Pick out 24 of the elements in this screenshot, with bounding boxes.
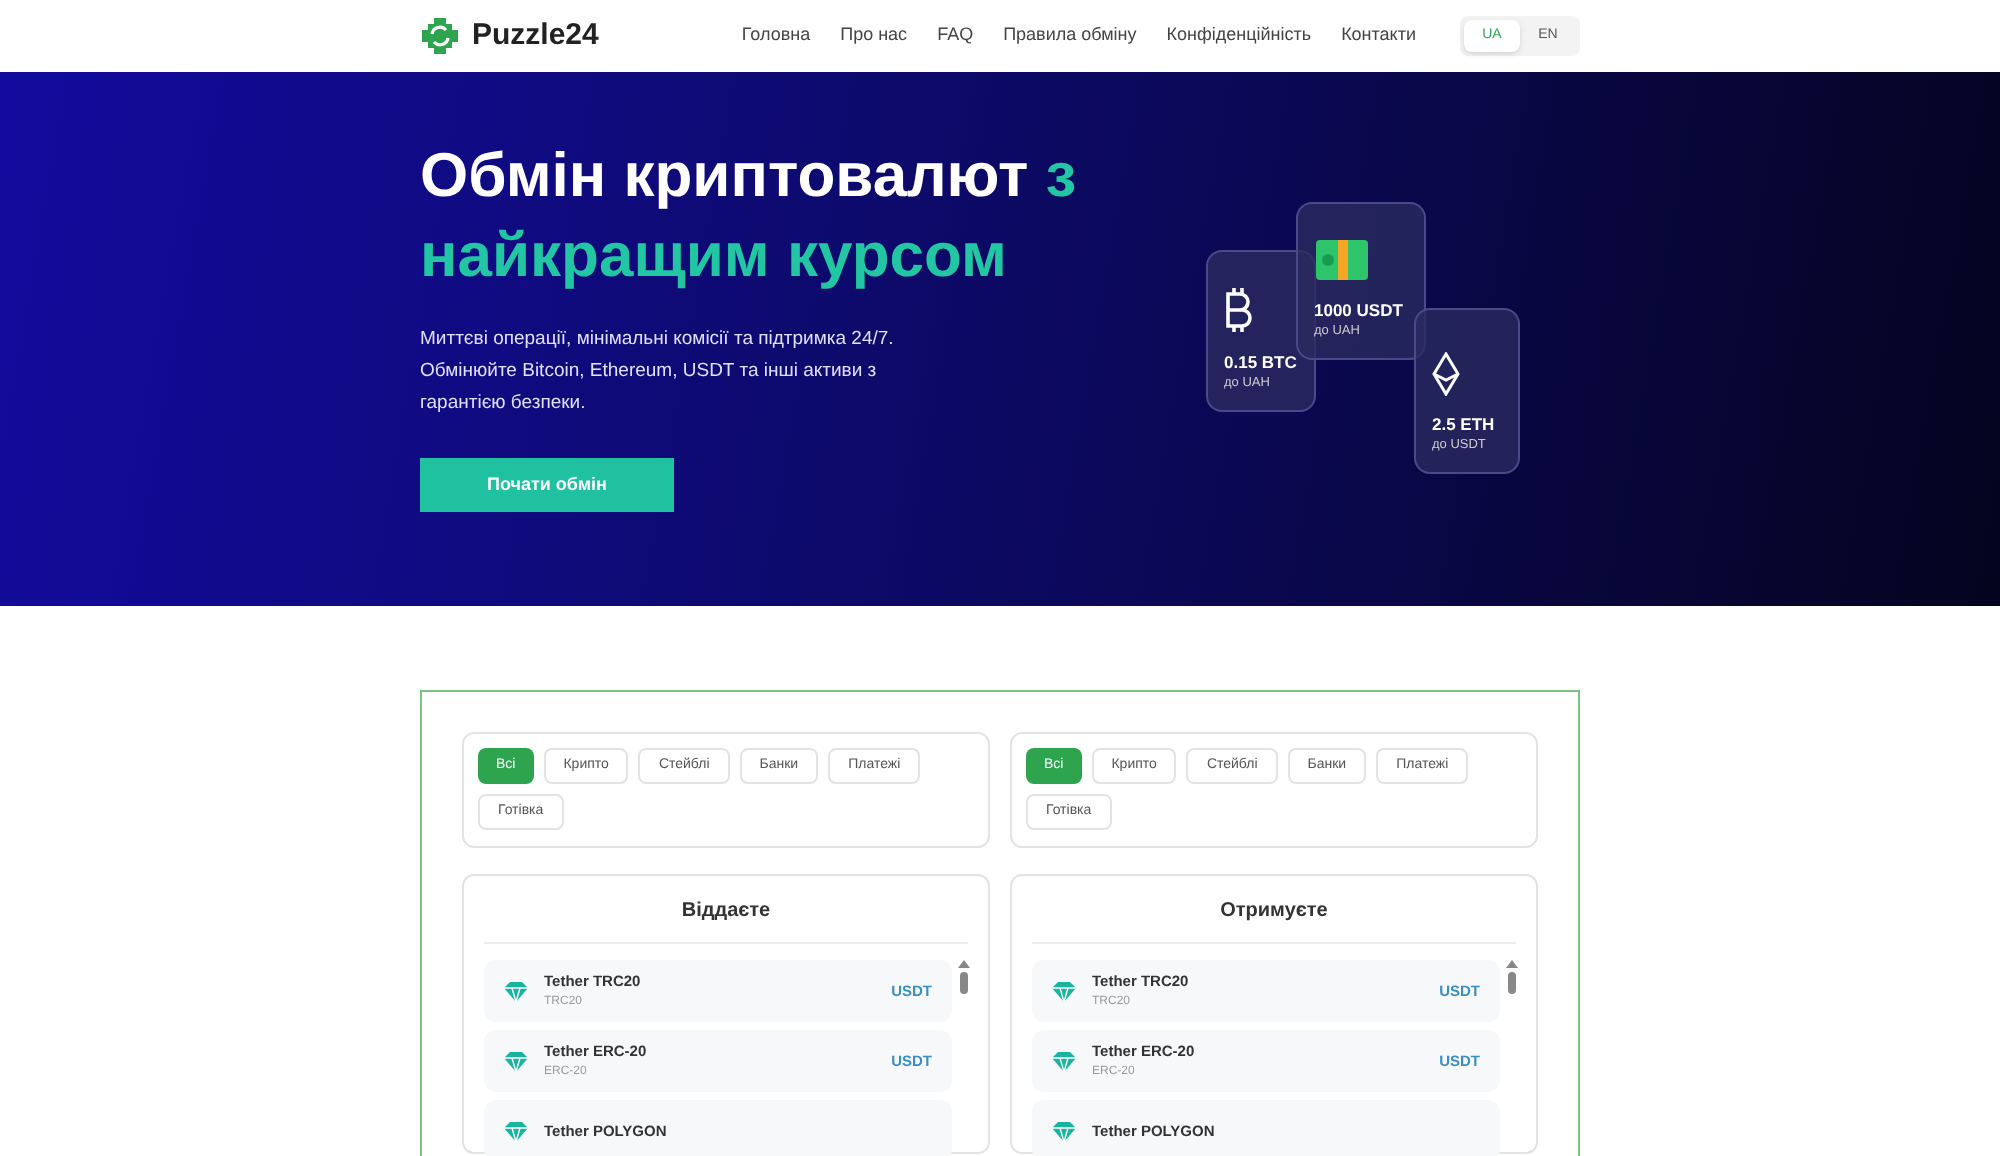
diamond-icon	[1052, 1051, 1076, 1071]
asset-amount: 1000 USDT	[1314, 297, 1405, 323]
bitcoin-icon	[1224, 285, 1252, 333]
nav-link[interactable]: FAQ	[937, 22, 974, 50]
column-title: Віддаєте	[484, 896, 968, 944]
ethereum-diamond-icon	[1432, 351, 1460, 395]
nav-link[interactable]: Головна	[741, 22, 811, 50]
nav-link[interactable]: Правила обміну	[1003, 22, 1137, 50]
diamond-icon	[504, 1051, 528, 1071]
column-title: Отримуєте	[1032, 896, 1516, 944]
asset-amount: 0.15 BTC	[1224, 349, 1298, 375]
hero-description: Миттєві операції, мінімальні комісії та підтримка 24/7. Обмінюйте Bitcoin, Ethereum, USDT та інші активи з гарантією безпеки.	[420, 326, 896, 418]
nav-link[interactable]: Конфіденційність	[1166, 22, 1312, 50]
nav-link[interactable]: Про нас	[840, 22, 908, 50]
hero-title: Обмін криптовалют з найкращим курсом	[420, 138, 1079, 294]
banknote-icon	[1314, 237, 1370, 281]
diamond-icon	[504, 1121, 528, 1141]
brand-name[interactable]: Puzzle24	[472, 13, 599, 59]
diamond-icon	[1052, 1121, 1076, 1141]
nav-link[interactable]: Контакти	[1341, 22, 1416, 50]
diamond-icon	[1052, 981, 1076, 1001]
diamond-icon	[504, 981, 528, 1001]
puzzle-logo-icon	[420, 16, 460, 56]
asset-amount: 2.5 ETH	[1432, 411, 1497, 437]
